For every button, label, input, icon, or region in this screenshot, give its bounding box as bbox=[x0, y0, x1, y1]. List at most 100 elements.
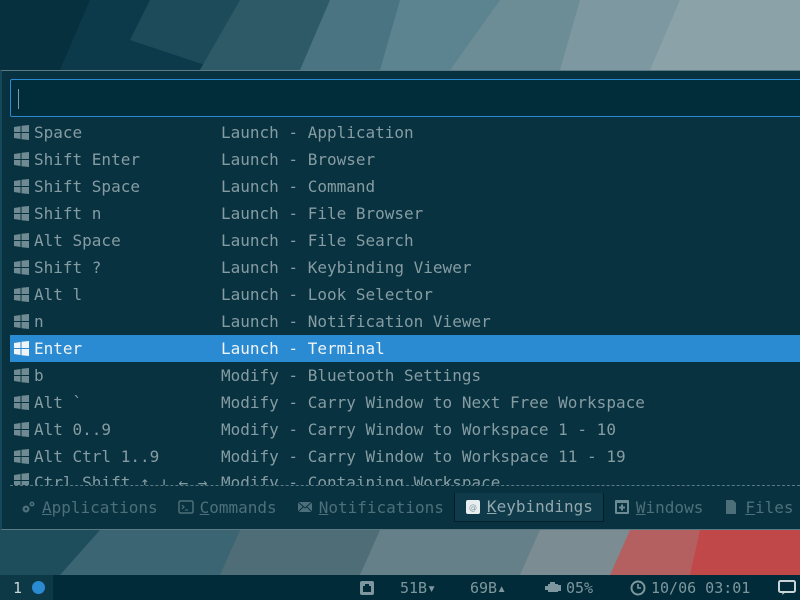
tab-files[interactable]: Files bbox=[713, 493, 800, 521]
down-arrow-icon: ▾ bbox=[427, 578, 437, 597]
keybinding-action: Launch - File Search bbox=[221, 231, 414, 250]
tab-mnemonic: N bbox=[318, 497, 329, 517]
keybinding-row[interactable]: Alt ` Modify - Carry Window to Next Free … bbox=[10, 389, 800, 416]
keybinding-row[interactable]: Shift Space Launch - Command bbox=[10, 173, 800, 200]
windows-key-icon bbox=[14, 473, 29, 485]
net-down-value: 51B bbox=[400, 578, 428, 597]
tab-mnemonic: A bbox=[42, 497, 52, 517]
tab-notifications[interactable]: Notifications bbox=[287, 493, 454, 521]
keybinding-icon: @ bbox=[465, 499, 481, 515]
keybinding-action: Modify - Carry Window to Next Free Works… bbox=[221, 393, 645, 412]
windows-key-icon bbox=[14, 449, 29, 464]
tab-mnemonic: W bbox=[635, 497, 646, 517]
keybinding-row[interactable]: Shift n Launch - File Browser bbox=[10, 200, 800, 227]
keybinding-row[interactable]: Ctrl Shift ↑ ↓ ← → Modify - Containing Wo… bbox=[10, 470, 800, 486]
keybinding-action: Launch - Command bbox=[221, 177, 376, 196]
gears-icon bbox=[20, 499, 36, 515]
keybinding-key: Ctrl Shift ↑ ↓ ← → bbox=[34, 473, 208, 486]
svg-text:@: @ bbox=[469, 503, 477, 512]
workspace-active-dot bbox=[32, 581, 46, 594]
clock-icon bbox=[630, 580, 646, 595]
keybinding-action: Launch - Browser bbox=[221, 150, 376, 169]
status-bar: 1 51B ▾ 69B ▴ 05% 10/06 03:01 bbox=[0, 575, 800, 600]
keybinding-action: Launch - Application bbox=[221, 123, 414, 142]
windows-key-icon bbox=[14, 395, 29, 410]
datetime: 10/06 03:01 bbox=[651, 578, 751, 597]
tab-mnemonic: C bbox=[199, 497, 210, 517]
windows-key-icon bbox=[14, 125, 29, 140]
keybinding-key: n bbox=[34, 312, 44, 331]
windows-key-icon bbox=[14, 152, 29, 167]
keybinding-key: Shift n bbox=[34, 204, 102, 223]
engine-icon bbox=[545, 581, 561, 592]
keybinding-row[interactable]: Alt l Launch - Look Selector bbox=[10, 281, 800, 308]
keybinding-key: Shift Enter bbox=[34, 150, 140, 169]
mode-tabs: Applications Commands Notifications @ Keybin… bbox=[10, 492, 800, 522]
net-down: 51B ▾ bbox=[400, 575, 436, 600]
windows-key-icon bbox=[14, 233, 29, 248]
tab-applications[interactable]: Applications bbox=[10, 493, 168, 521]
search-input[interactable] bbox=[11, 80, 800, 116]
tab-windows[interactable]: Windows bbox=[604, 493, 713, 521]
terminal-icon bbox=[177, 499, 194, 515]
keybinding-key: Alt Space bbox=[34, 231, 121, 250]
workspace-number: 1 bbox=[13, 578, 23, 597]
tab-mnemonic: K bbox=[486, 497, 497, 516]
keybinding-key: Shift ? bbox=[34, 258, 102, 277]
keybinding-row[interactable]: Alt 0..9 Modify - Carry Window to Workspa… bbox=[10, 416, 800, 443]
search-box[interactable] bbox=[10, 79, 800, 117]
keybinding-key: Alt ` bbox=[34, 393, 83, 412]
up-arrow-icon: ▴ bbox=[497, 578, 507, 597]
keybinding-row[interactable]: n Launch - Notification Viewer bbox=[10, 308, 800, 335]
windows-key-icon bbox=[14, 422, 29, 437]
window-plus-icon bbox=[614, 499, 630, 515]
keybinding-action: Launch - Notification Viewer bbox=[221, 312, 491, 331]
keybinding-action: Modify - Carry Window to Workspace 1 - 1… bbox=[221, 420, 616, 439]
notifications-icon[interactable] bbox=[778, 575, 796, 600]
keybinding-row[interactable]: Alt Space Launch - File Search bbox=[10, 227, 800, 254]
windows-key-icon bbox=[14, 341, 29, 356]
net-up: 69B ▴ bbox=[470, 575, 506, 600]
keybinding-row[interactable]: Shift Enter Launch - Browser bbox=[10, 146, 800, 173]
clock: 10/06 03:01 bbox=[630, 575, 750, 600]
cpu: 05% bbox=[545, 575, 593, 600]
tab-label: ommands bbox=[209, 497, 277, 517]
keybinding-row[interactable]: Alt Ctrl 1..9 Modify - Carry Window to Wo… bbox=[10, 443, 800, 470]
keybinding-action: Launch - Keybinding Viewer bbox=[221, 258, 472, 277]
launcher-window: Space Launch - Application Shift Enter Laun… bbox=[0, 70, 800, 530]
keybinding-row[interactable]: Space Launch - Application bbox=[10, 119, 800, 146]
windows-key-icon bbox=[14, 287, 29, 302]
keybinding-key: Alt l bbox=[34, 285, 83, 304]
tab-label: otifications bbox=[328, 497, 444, 517]
keybinding-list: Space Launch - Application Shift Enter Laun… bbox=[10, 119, 800, 486]
keybinding-key: Enter bbox=[34, 339, 83, 358]
keybinding-key: Shift Space bbox=[34, 177, 140, 196]
keybinding-action: Modify - Carry Window to Workspace 11 - … bbox=[221, 447, 626, 466]
tab-label: pplications bbox=[51, 497, 158, 517]
keybinding-key: Space bbox=[34, 123, 83, 142]
envelope-icon bbox=[297, 499, 313, 515]
cpu-value: 05% bbox=[566, 578, 594, 597]
net-up-value: 69B bbox=[470, 578, 498, 597]
tab-commands[interactable]: Commands bbox=[168, 493, 287, 521]
file-icon bbox=[723, 499, 739, 515]
text-caret bbox=[18, 89, 19, 109]
keybinding-key: Alt 0..9 bbox=[34, 420, 112, 439]
windows-key-icon bbox=[14, 179, 29, 194]
keybinding-key: Alt Ctrl 1..9 bbox=[34, 447, 160, 466]
tab-label: indows bbox=[645, 497, 704, 517]
keybinding-action: Modify - Containing Workspace bbox=[221, 473, 501, 486]
keybinding-key: b bbox=[34, 366, 44, 385]
workspace-indicator[interactable]: 1 bbox=[0, 575, 54, 600]
windows-key-icon bbox=[14, 206, 29, 221]
tab-label: eybindings bbox=[496, 497, 593, 516]
keybinding-action: Launch - File Browser bbox=[221, 204, 424, 223]
keybinding-row[interactable]: b Modify - Bluetooth Settings bbox=[10, 362, 800, 389]
tab-label: iles bbox=[754, 497, 794, 517]
keybinding-row[interactable]: Shift ? Launch - Keybinding Viewer bbox=[10, 254, 800, 281]
windows-key-icon bbox=[14, 314, 29, 329]
keybinding-row[interactable]: Enter Launch - Terminal bbox=[10, 335, 800, 362]
windows-key-icon bbox=[14, 368, 29, 383]
keybinding-action: Modify - Bluetooth Settings bbox=[221, 366, 482, 385]
tab-keybindings[interactable]: @ Keybindings bbox=[453, 492, 604, 522]
